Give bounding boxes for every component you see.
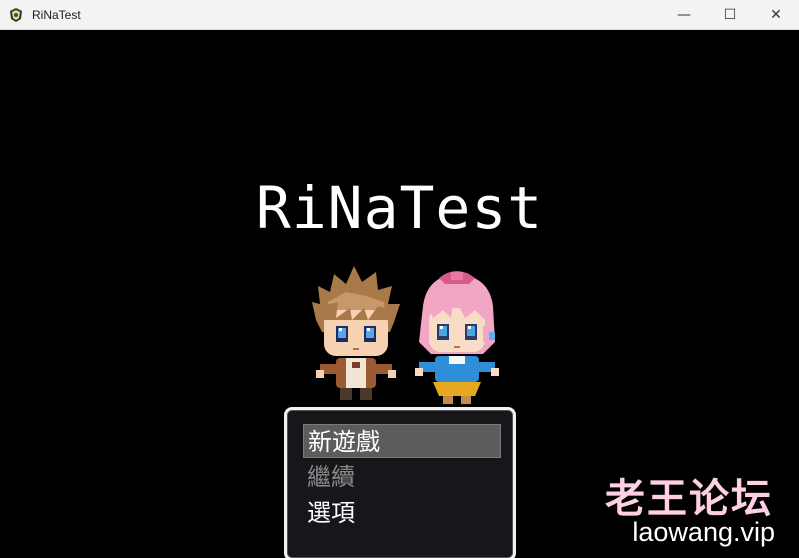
title-menu: 新遊戲 繼續 選項 [284,407,516,558]
menu-item-continue[interactable]: 繼續 [303,460,501,494]
menu-item-options[interactable]: 選項 [303,496,501,530]
close-button[interactable]: ✕ [753,0,799,30]
app-icon [10,7,22,22]
watermark-text: 老王论坛 [605,476,773,522]
game-title: RiNaTest [255,174,544,242]
minimize-button[interactable]: — [661,0,707,30]
minimize-icon: — [677,7,691,23]
window-controls: — ☐ ✕ [661,0,799,30]
window-titlebar: RiNaTest — ☐ ✕ [0,0,799,30]
maximize-button[interactable]: ☐ [707,0,753,30]
boy-character-sprite [312,266,400,400]
girl-character-sprite [415,271,499,404]
watermark-url: laowang.vip [632,517,775,547]
maximize-icon: ☐ [723,7,737,23]
menu-item-new-game[interactable]: 新遊戲 [303,424,501,458]
close-icon: ✕ [770,7,782,23]
window-title: RiNaTest [32,7,81,22]
